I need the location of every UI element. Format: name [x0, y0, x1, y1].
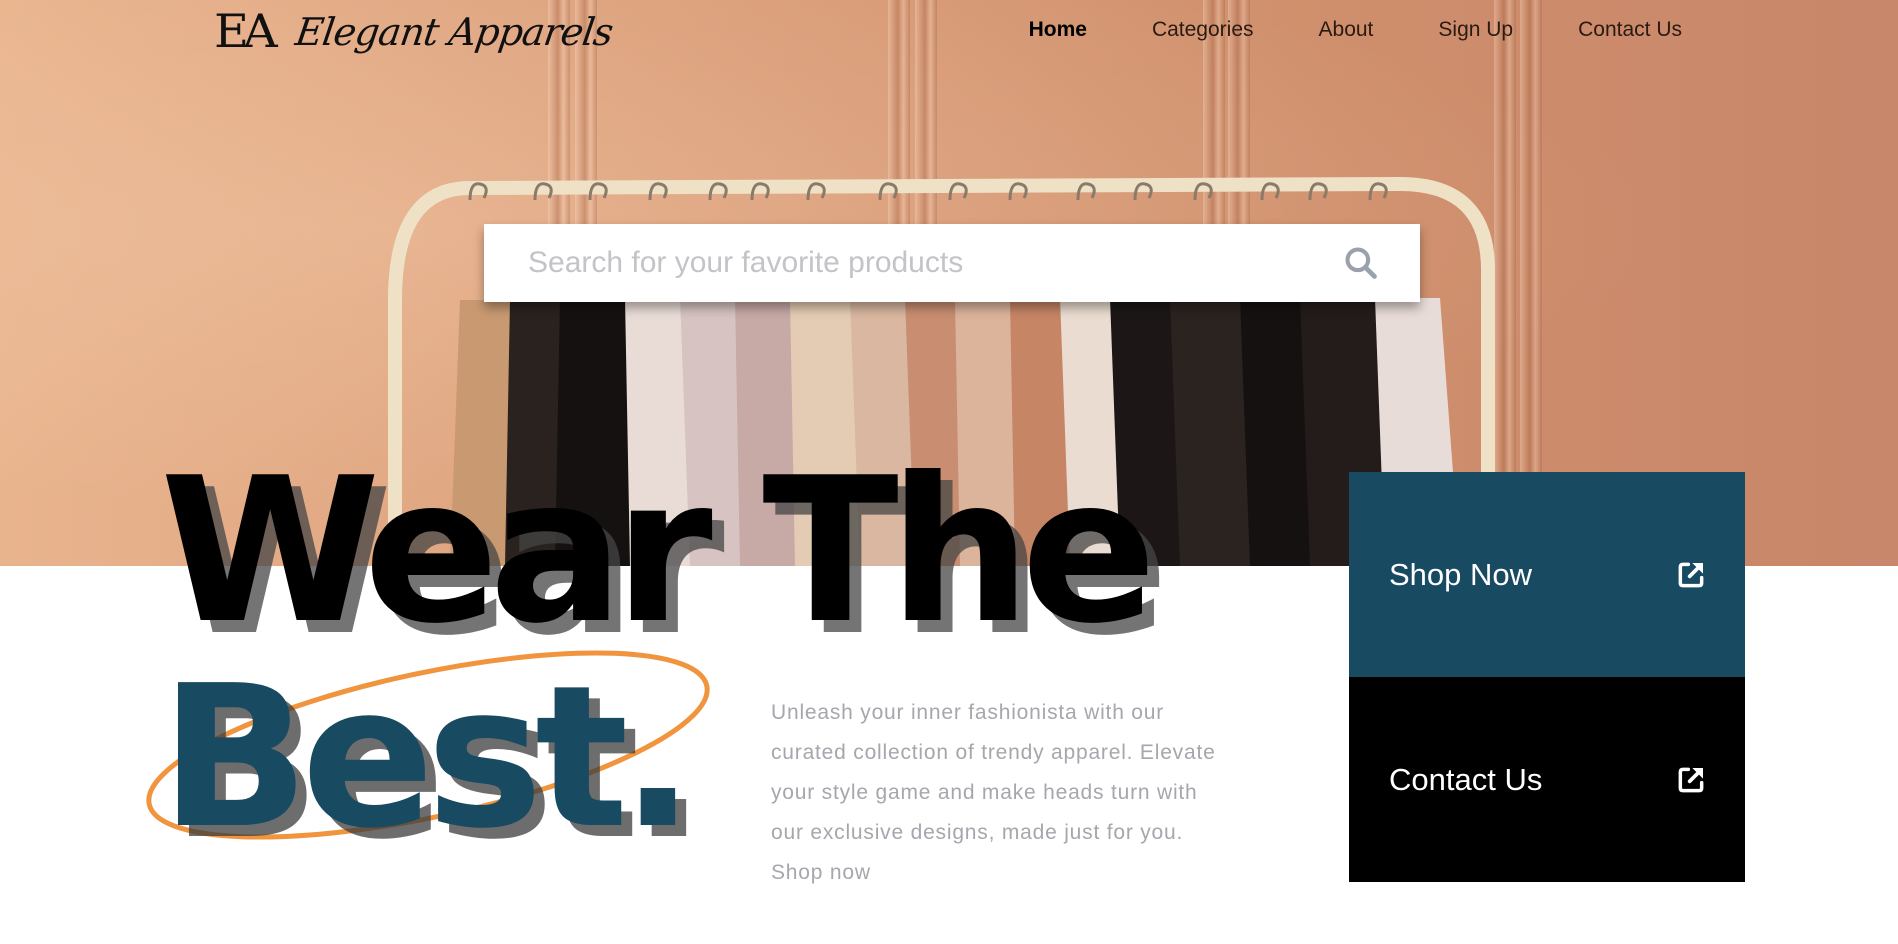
headline-primary: Wear The	[160, 435, 1157, 668]
nav-item-contact-us[interactable]: Contact Us	[1578, 18, 1682, 42]
nav-item-about[interactable]: About	[1319, 18, 1374, 42]
nav-item-home[interactable]: Home	[1029, 18, 1087, 42]
nav-item-sign-up[interactable]: Sign Up	[1438, 18, 1513, 42]
brand-name: Elegant Apparels	[292, 10, 616, 54]
hero-description: Unleash your inner fashionista with our …	[771, 701, 1216, 884]
nav-item-categories[interactable]: Categories	[1152, 18, 1254, 42]
external-link-icon	[1678, 562, 1704, 587]
contact-us-button[interactable]: Contact Us	[1349, 677, 1745, 882]
main-nav: Home Categories About Sign Up Contact Us	[964, 18, 1682, 42]
headline-accent: Best.	[160, 644, 695, 872]
shop-now-button[interactable]: Shop Now	[1349, 472, 1745, 677]
contact-us-label: Contact Us	[1389, 761, 1543, 797]
shop-now-label: Shop Now	[1389, 556, 1533, 592]
external-link-icon	[1678, 767, 1704, 792]
search-icon[interactable]	[1342, 244, 1380, 282]
search-bar	[484, 223, 1420, 303]
brand-monogram: EA	[214, 5, 278, 59]
brand-logo[interactable]: EA Elegant Apparels	[214, 4, 616, 60]
search-input[interactable]	[484, 223, 1342, 303]
